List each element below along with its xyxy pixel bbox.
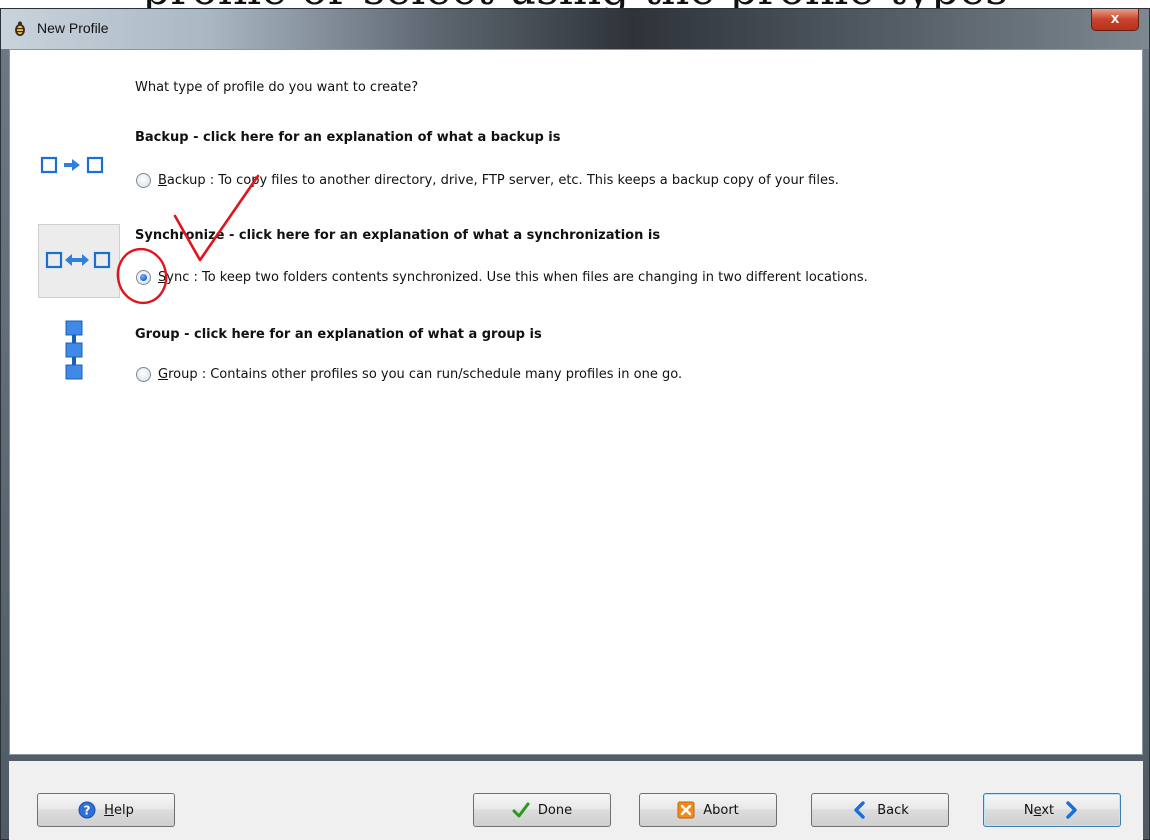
group-tree-icon bbox=[65, 320, 83, 380]
sync-option-label: Sync : To keep two folders contents sync… bbox=[158, 269, 868, 285]
chevron-right-icon bbox=[1066, 801, 1077, 819]
synchronize-heading-link[interactable]: Synchronize - click here for an explanat… bbox=[135, 228, 660, 243]
help-button[interactable]: ? Help bbox=[37, 793, 175, 827]
group-option[interactable]: Group : Contains other profiles so you c… bbox=[136, 364, 682, 384]
sync-radio[interactable] bbox=[136, 269, 151, 285]
backup-option-label: Backup : To copy files to another direct… bbox=[158, 172, 839, 188]
backup-option[interactable]: Backup : To copy files to another direct… bbox=[136, 170, 839, 190]
app-bug-icon bbox=[15, 21, 25, 36]
svg-text:?: ? bbox=[84, 804, 91, 818]
sync-icon-box bbox=[38, 224, 120, 298]
backup-radio[interactable] bbox=[136, 172, 151, 188]
abort-button-label: Abort bbox=[703, 802, 739, 818]
done-button-label: Done bbox=[537, 802, 573, 818]
back-button[interactable]: Back bbox=[811, 793, 949, 827]
new-profile-window: New Profile x What type of profile do yo… bbox=[0, 8, 1150, 840]
sync-option[interactable]: Sync : To keep two folders contents sync… bbox=[136, 267, 868, 287]
title-bar[interactable]: New Profile x bbox=[1, 9, 1149, 49]
help-icon: ? bbox=[78, 801, 96, 819]
back-button-label: Back bbox=[877, 802, 909, 818]
help-button-label: Help bbox=[104, 802, 134, 818]
question-text: What type of profile do you want to crea… bbox=[135, 80, 419, 95]
window-title: New Profile bbox=[37, 20, 109, 36]
group-radio[interactable] bbox=[136, 366, 151, 382]
chevron-left-icon bbox=[854, 801, 865, 819]
backup-arrow-icon bbox=[40, 156, 104, 174]
red-annotation-mark bbox=[116, 174, 260, 305]
button-bar: ? Help Done Abort Back Next bbox=[9, 761, 1143, 840]
backup-heading-link[interactable]: Backup - click here for an explanation o… bbox=[135, 130, 560, 145]
close-button[interactable]: x bbox=[1091, 9, 1139, 31]
abort-x-icon bbox=[677, 801, 695, 819]
next-button-label: Next bbox=[1023, 802, 1055, 818]
checkmark-icon bbox=[512, 802, 530, 818]
done-button[interactable]: Done bbox=[473, 793, 611, 827]
group-icon-box bbox=[50, 316, 100, 390]
next-button[interactable]: Next bbox=[983, 793, 1121, 827]
sync-double-arrow-icon bbox=[45, 251, 111, 269]
abort-button[interactable]: Abort bbox=[639, 793, 777, 827]
group-heading-link[interactable]: Group - click here for an explanation of… bbox=[135, 327, 542, 342]
group-option-label: Group : Contains other profiles so you c… bbox=[158, 366, 683, 382]
wizard-content: What type of profile do you want to crea… bbox=[9, 49, 1143, 755]
backup-icon-box bbox=[34, 146, 114, 186]
